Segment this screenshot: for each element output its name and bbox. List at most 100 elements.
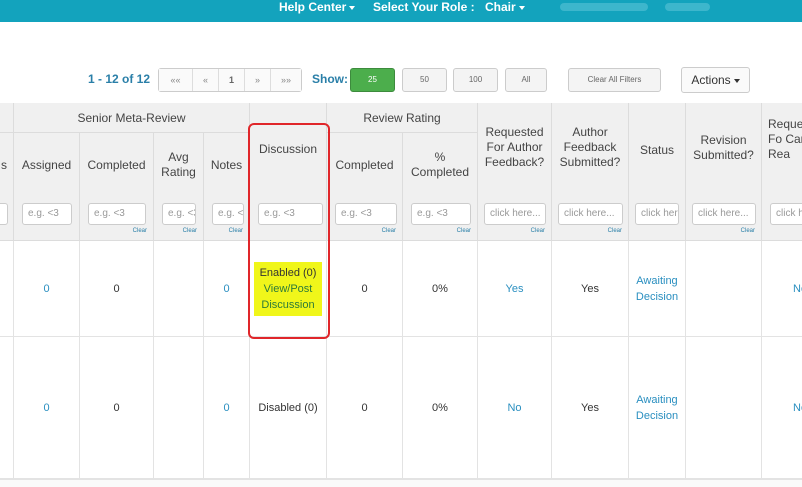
- actions-dropdown[interactable]: Actions: [681, 67, 750, 93]
- filter-input-rr-pct[interactable]: e.g. <3: [411, 203, 471, 225]
- camera-ready-link[interactable]: No: [793, 400, 802, 416]
- group-header-prev: [0, 103, 14, 133]
- table-row-cell: 0%: [403, 241, 478, 337]
- table-row-cell: 0%: [403, 337, 478, 479]
- requested-feedback-link[interactable]: Yes: [506, 281, 524, 297]
- filter-cell-rr-completed: e.g. <3 Clear: [327, 197, 403, 241]
- filter-cell-assigned: e.g. <3: [14, 197, 80, 241]
- notes-link[interactable]: 0: [223, 281, 229, 297]
- table-row-cell: 0: [14, 337, 80, 479]
- table-row-cell: [0, 337, 14, 479]
- filter-clear-completed[interactable]: Clear: [133, 228, 147, 234]
- filter-input-prev[interactable]: [0, 203, 8, 225]
- show-label: Show:: [312, 72, 348, 86]
- table-row-cell: Awaiting Decision: [629, 337, 686, 479]
- col-header-author-feedback-submitted[interactable]: Author Feedback Submitted?: [552, 103, 629, 197]
- next-page-button[interactable]: »: [245, 69, 271, 91]
- table-row-cell: Yes: [552, 241, 629, 337]
- top-nav-bar: Help Center Select Your Role : Chair: [0, 0, 802, 22]
- redacted-user-link: [665, 3, 710, 11]
- table-row-cell: 0: [80, 241, 154, 337]
- filter-input-status[interactable]: click here...: [635, 203, 679, 225]
- filter-input-notes[interactable]: e.g. <3: [212, 203, 244, 225]
- filter-input-camera-ready[interactable]: click here...: [770, 203, 802, 225]
- redacted-user-name: [560, 3, 648, 11]
- status-link[interactable]: Awaiting Decision: [634, 392, 680, 424]
- filter-input-avg-rating[interactable]: e.g. <3: [162, 203, 196, 225]
- table-row-cell: [686, 337, 762, 479]
- filter-input-completed[interactable]: e.g. <3: [88, 203, 146, 225]
- filter-input-revision[interactable]: click here...: [692, 203, 756, 225]
- filter-clear-notes[interactable]: Clear: [229, 228, 243, 234]
- table-row-cell: 0: [327, 337, 403, 479]
- filter-clear-rr-pct[interactable]: Clear: [457, 228, 471, 234]
- table-row-cell: 0: [14, 241, 80, 337]
- status-link[interactable]: Awaiting Decision: [634, 273, 680, 305]
- requested-feedback-link[interactable]: No: [507, 400, 521, 416]
- group-header-review-rating: Review Rating: [327, 103, 478, 133]
- col-header-avg-rating[interactable]: Avg Rating: [154, 133, 204, 197]
- first-page-button[interactable]: ««: [159, 69, 193, 91]
- col-header-rr-pct-completed[interactable]: % Completed: [403, 133, 478, 197]
- filter-input-rr-completed[interactable]: e.g. <3: [335, 203, 397, 225]
- last-page-button[interactable]: »»: [271, 69, 301, 91]
- filter-clear-rr-completed[interactable]: Clear: [382, 228, 396, 234]
- filter-clear-author-feedback[interactable]: Clear: [608, 228, 622, 234]
- table-row-cell: Awaiting Decision: [629, 241, 686, 337]
- show-25-button[interactable]: 25: [350, 68, 395, 92]
- current-page-button[interactable]: 1: [219, 69, 245, 91]
- col-header-completed[interactable]: Completed: [80, 133, 154, 197]
- filter-cell-author-feedback: click here... Clear: [552, 197, 629, 241]
- pagination-range: 1 - 12 of 12: [88, 72, 151, 86]
- table-row: [0, 479, 802, 487]
- filter-input-requested-feedback[interactable]: click here...: [484, 203, 546, 225]
- help-center-label: Help Center: [279, 0, 347, 14]
- show-all-button[interactable]: All: [505, 68, 547, 92]
- filter-clear-requested-feedback[interactable]: Clear: [531, 228, 545, 234]
- col-header-revision-submitted[interactable]: Revision Submitted?: [686, 103, 762, 197]
- notes-link[interactable]: 0: [223, 400, 229, 416]
- role-value: Chair: [485, 0, 516, 14]
- annotation-highlight-box: [248, 123, 330, 339]
- col-header-rr-completed[interactable]: Completed: [327, 133, 403, 197]
- col-header-requested-feedback[interactable]: Requested For Author Feedback?: [478, 103, 552, 197]
- filter-clear-revision[interactable]: Clear: [741, 228, 755, 234]
- col-header-prev[interactable]: s: [0, 133, 14, 197]
- camera-ready-link[interactable]: No: [793, 281, 802, 297]
- assigned-link[interactable]: 0: [43, 400, 49, 416]
- help-center-menu[interactable]: Help Center: [279, 0, 356, 15]
- col-header-assigned[interactable]: Assigned: [14, 133, 80, 197]
- table-row-cell: 0: [327, 241, 403, 337]
- actions-label: Actions: [691, 73, 731, 87]
- filter-cell-avg-rating: e.g. <3 Clear: [154, 197, 204, 241]
- filter-input-assigned[interactable]: e.g. <3: [22, 203, 72, 225]
- filter-input-author-feedback[interactable]: click here...: [558, 203, 623, 225]
- filter-cell-revision: click here... Clear: [686, 197, 762, 241]
- table-row-cell: 0: [204, 241, 250, 337]
- col-header-camera-ready[interactable]: Reque Fo Cam Rea: [762, 103, 802, 197]
- chevron-down-icon: [349, 5, 356, 10]
- filter-cell-notes: e.g. <3 Clear: [204, 197, 250, 241]
- group-header-senior-meta-review: Senior Meta-Review: [14, 103, 250, 133]
- show-100-button[interactable]: 100: [453, 68, 498, 92]
- table-row-cell: [686, 241, 762, 337]
- col-header-notes[interactable]: Notes: [204, 133, 250, 197]
- clear-all-filters-button[interactable]: Clear All Filters: [568, 68, 661, 92]
- filter-cell-completed: e.g. <3 Clear: [80, 197, 154, 241]
- col-header-status[interactable]: Status: [629, 103, 686, 197]
- filter-cell-rr-pct: e.g. <3 Clear: [403, 197, 478, 241]
- pagination: «« « 1 » »»: [158, 68, 302, 92]
- assigned-link[interactable]: 0: [43, 281, 49, 297]
- show-50-button[interactable]: 50: [402, 68, 447, 92]
- filter-clear-avg-rating[interactable]: Clear: [183, 228, 197, 234]
- table-row-cell: [154, 241, 204, 337]
- filter-cell-requested-feedback: click here... Clear: [478, 197, 552, 241]
- role-selector[interactable]: Chair: [485, 0, 525, 15]
- table-row-cell: No: [762, 337, 802, 479]
- table-row-cell: 0: [204, 337, 250, 479]
- table-row-cell: No: [478, 337, 552, 479]
- table-row-cell: 0: [80, 337, 154, 479]
- filter-cell-prev: [0, 197, 14, 241]
- filter-cell-status: click here...: [629, 197, 686, 241]
- prev-page-button[interactable]: «: [193, 69, 219, 91]
